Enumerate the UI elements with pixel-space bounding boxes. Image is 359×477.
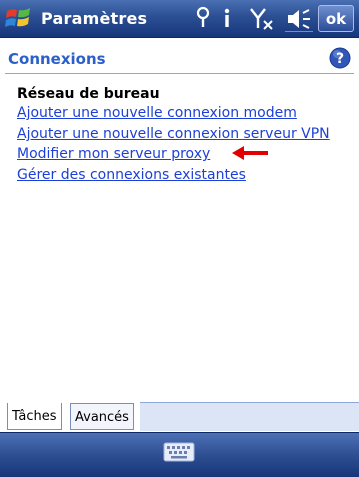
add-vpn-connection-link[interactable]: Ajouter une nouvelle connexion serveur V… (17, 126, 330, 142)
volume-icon[interactable] (285, 6, 313, 36)
ok-button[interactable]: ok (318, 5, 354, 32)
page-title: Connexions (8, 50, 106, 68)
edit-proxy-server-link[interactable]: Modifier mon serveur proxy (17, 146, 210, 162)
svg-text:?: ? (336, 51, 344, 67)
windows-start-icon[interactable] (4, 5, 34, 32)
manage-connections-link[interactable]: Gérer des connexions existantes (17, 167, 246, 183)
add-modem-connection-link[interactable]: Ajouter une nouvelle connexion modem (17, 105, 297, 121)
annotation-arrow-icon (230, 145, 270, 165)
help-icon[interactable]: ? (329, 47, 351, 73)
section-title: Réseau de bureau (17, 86, 160, 102)
title-bar: Paramètres ok (0, 0, 359, 38)
tab-bar-fill (140, 402, 359, 431)
keyboard-icon[interactable] (163, 442, 195, 466)
tab-avances[interactable]: Avancés (70, 403, 134, 430)
header-divider (5, 73, 354, 74)
no-signal-icon[interactable] (249, 6, 275, 36)
info-icon[interactable] (221, 6, 233, 34)
connectivity-icon[interactable] (195, 6, 211, 34)
app-title[interactable]: Paramètres (41, 9, 147, 28)
tab-taches[interactable]: Tâches (7, 403, 62, 430)
